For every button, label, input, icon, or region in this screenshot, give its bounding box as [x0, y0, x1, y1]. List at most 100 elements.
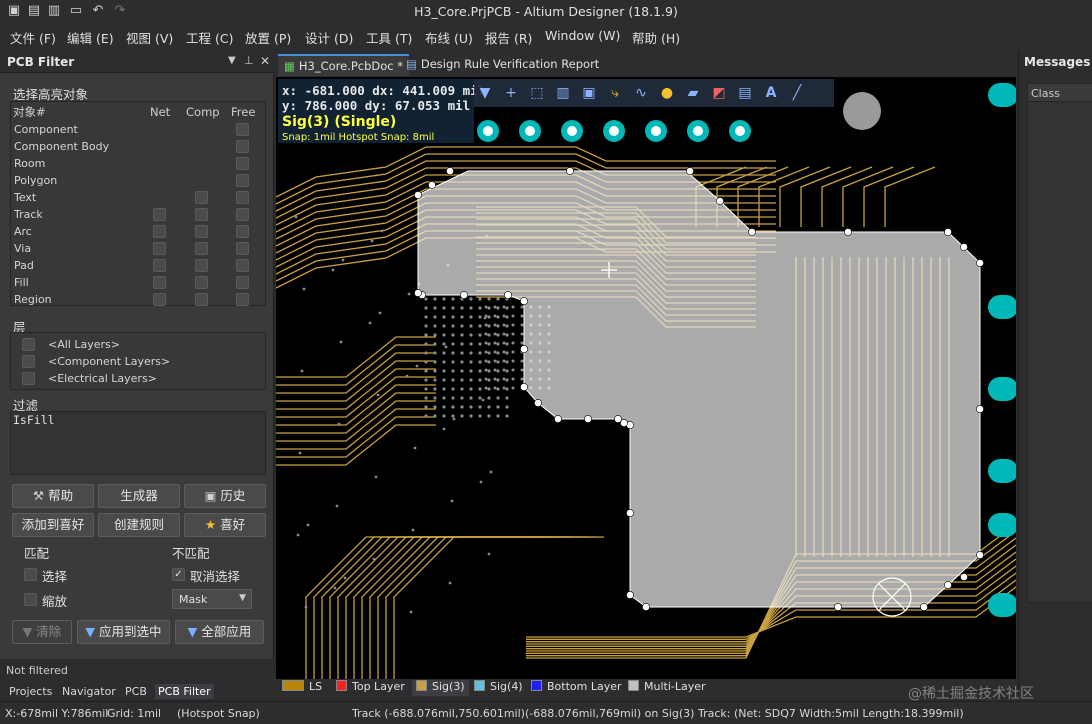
- filter-icon[interactable]: ▼: [476, 84, 494, 102]
- layer-tab-bottom[interactable]: Bottom Layer: [531, 680, 622, 696]
- object-checkbox[interactable]: [236, 242, 249, 255]
- layer-tab-sig4[interactable]: Sig(4): [474, 680, 523, 696]
- favorite-button[interactable]: ★ 喜好: [184, 513, 266, 537]
- layer-set-ls[interactable]: LS: [282, 680, 322, 696]
- object-checkbox[interactable]: [236, 276, 249, 289]
- object-row[interactable]: Arc: [10, 223, 266, 240]
- object-checkbox[interactable]: [153, 276, 166, 289]
- crosshair-icon[interactable]: +: [502, 84, 520, 102]
- object-row[interactable]: Room: [10, 155, 266, 172]
- filter-query-box[interactable]: IsFill: [10, 411, 266, 475]
- tab-pcb[interactable]: PCB: [122, 684, 150, 699]
- object-checkbox[interactable]: [195, 191, 208, 204]
- object-row[interactable]: Polygon: [10, 172, 266, 189]
- status-bar: X:-678mil Y:786mil Grid: 1mil (Hotspot S…: [0, 701, 1092, 724]
- object-row[interactable]: Track: [10, 206, 266, 223]
- close-icon[interactable]: ✕: [260, 54, 270, 68]
- object-checkbox[interactable]: [236, 259, 249, 272]
- object-checkbox[interactable]: [236, 123, 249, 136]
- help-button[interactable]: ⚒ 帮助: [12, 484, 94, 508]
- menu-route[interactable]: 布线 (U): [425, 28, 473, 47]
- mask-dropdown[interactable]: Mask ▼: [172, 589, 252, 609]
- messages-list[interactable]: Class: [1027, 83, 1092, 603]
- dimension-icon[interactable]: ▤: [736, 84, 754, 102]
- watermark: @稀土掘金技术社区: [908, 686, 1034, 702]
- object-checkbox[interactable]: [153, 208, 166, 221]
- menu-help[interactable]: 帮助 (H): [632, 28, 680, 47]
- create-rule-button[interactable]: 创建规则: [98, 513, 180, 537]
- column-class[interactable]: Class: [1031, 87, 1060, 100]
- object-checkbox[interactable]: [195, 242, 208, 255]
- object-checkbox[interactable]: [153, 293, 166, 306]
- selected-fill-region[interactable]: [417, 170, 981, 608]
- polygon-icon[interactable]: ◩: [710, 84, 728, 102]
- layer-tab-top[interactable]: Top Layer: [336, 680, 405, 696]
- object-checkbox[interactable]: [195, 259, 208, 272]
- panel-menu-icon[interactable]: ▼: [228, 55, 236, 66]
- object-checkbox[interactable]: [195, 225, 208, 238]
- object-row[interactable]: Component: [10, 121, 266, 138]
- apply-selected-button[interactable]: ▼ 应用到选中: [77, 620, 170, 644]
- diff-pair-icon[interactable]: ∿: [632, 84, 650, 102]
- layer-checkbox[interactable]: [22, 338, 35, 351]
- text-icon[interactable]: A: [762, 84, 780, 102]
- menu-place[interactable]: 放置 (P): [245, 28, 291, 47]
- status-snap: (Hotspot Snap): [177, 707, 260, 720]
- object-checkbox[interactable]: [236, 140, 249, 153]
- menu-file[interactable]: 文件 (F): [10, 28, 56, 47]
- object-row[interactable]: Text: [10, 189, 266, 206]
- menu-tools[interactable]: 工具 (T): [366, 28, 412, 47]
- select-rect-icon[interactable]: ⬚: [528, 84, 546, 102]
- object-row[interactable]: Via: [10, 240, 266, 257]
- component-icon[interactable]: ▣: [580, 84, 598, 102]
- menu-view[interactable]: 视图 (V): [126, 28, 173, 47]
- menu-edit[interactable]: 编辑 (E): [67, 28, 114, 47]
- menu-design[interactable]: 设计 (D): [305, 28, 353, 47]
- object-checkbox[interactable]: [153, 242, 166, 255]
- object-row[interactable]: Region: [10, 291, 266, 308]
- object-checkbox[interactable]: [195, 293, 208, 306]
- menu-window[interactable]: Window (W): [545, 28, 620, 43]
- route-icon[interactable]: ⤷: [606, 84, 624, 102]
- menu-project[interactable]: 工程 (C): [186, 28, 233, 47]
- clear-button[interactable]: ▼ 清除: [12, 620, 72, 644]
- via-icon[interactable]: ●: [658, 84, 676, 102]
- object-checkbox[interactable]: [236, 225, 249, 238]
- object-checkbox[interactable]: [236, 174, 249, 187]
- object-row[interactable]: Fill: [10, 274, 266, 291]
- generator-button[interactable]: 生成器: [98, 484, 180, 508]
- tab-pcb-filter[interactable]: PCB Filter: [155, 684, 214, 699]
- tab-projects[interactable]: Projects: [6, 684, 55, 699]
- tab-pcbdoc[interactable]: ▦ H3_Core.PcbDoc *: [278, 54, 410, 76]
- pin-icon[interactable]: ⊥: [244, 54, 254, 67]
- line-icon[interactable]: ╱: [788, 84, 806, 102]
- fill-icon[interactable]: ▰: [684, 84, 702, 102]
- document-tabs: ▦ H3_Core.PcbDoc * ▤ Design Rule Verificat…: [276, 51, 1016, 77]
- object-checkbox[interactable]: [153, 225, 166, 238]
- tab-drc-report[interactable]: ▤ Design Rule Verification Report: [400, 54, 605, 76]
- object-checkbox[interactable]: [153, 259, 166, 272]
- object-checkbox[interactable]: [236, 208, 249, 221]
- apply-all-button[interactable]: ▼ 全部应用: [175, 620, 264, 644]
- bar-chart-icon[interactable]: ▥: [554, 84, 572, 102]
- layer-checkbox[interactable]: [22, 372, 35, 385]
- pcb-canvas[interactable]: x: -681.000 dx: 441.009 mil y: 786.000 d…: [276, 77, 1016, 679]
- layer-tab-multi[interactable]: Multi-Layer: [628, 680, 706, 696]
- object-checkbox[interactable]: [236, 191, 249, 204]
- deselect-checkbox-box[interactable]: ✓: [172, 568, 185, 581]
- object-checkbox[interactable]: [236, 293, 249, 306]
- select-checkbox-box[interactable]: [24, 568, 37, 581]
- tab-navigator[interactable]: Navigator: [59, 684, 119, 699]
- object-row[interactable]: Pad: [10, 257, 266, 274]
- object-checkbox[interactable]: [236, 157, 249, 170]
- zoom-checkbox-box[interactable]: [24, 593, 37, 606]
- object-checkbox[interactable]: [195, 208, 208, 221]
- object-checkbox[interactable]: [195, 276, 208, 289]
- add-favorite-button[interactable]: 添加到喜好: [12, 513, 94, 537]
- menu-reports[interactable]: 报告 (R): [485, 28, 532, 47]
- layer-checkbox[interactable]: [22, 355, 35, 368]
- history-button[interactable]: ▣ 历史: [184, 484, 266, 508]
- pcb-board-drawing[interactable]: [276, 77, 1016, 679]
- layer-tab-sig3[interactable]: Sig(3): [412, 680, 469, 696]
- object-row[interactable]: Component Body: [10, 138, 266, 155]
